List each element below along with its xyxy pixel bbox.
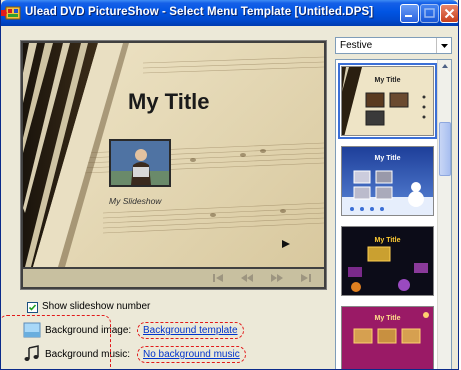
maximize-button[interactable] (420, 4, 439, 23)
background-image-link[interactable]: Background template (137, 322, 244, 339)
close-button[interactable] (440, 4, 458, 23)
background-music-link[interactable]: No background music (137, 346, 246, 363)
show-number-checkbox[interactable] (27, 302, 38, 313)
selected-category: Festive (340, 40, 373, 51)
scroll-thumb[interactable] (439, 122, 451, 176)
app-icon (5, 6, 21, 20)
menu-preview: My Title My Slideshow (20, 40, 327, 290)
rewind-icon[interactable] (239, 272, 255, 284)
window-title: Ulead DVD PictureShow - Select Menu Temp… (25, 6, 374, 18)
playback-controls (23, 269, 324, 287)
minimize-icon (405, 15, 412, 17)
minimize-button[interactable] (400, 4, 419, 23)
template-item[interactable]: My Title (341, 226, 434, 296)
maximize-icon (424, 8, 435, 18)
piano-background (23, 43, 324, 267)
template-title: My Title (374, 77, 401, 84)
person-photo (111, 141, 169, 185)
template-title: My Title (374, 237, 401, 244)
first-page-icon[interactable] (211, 272, 225, 284)
dialog-body: My Title My Slideshow Festive My Title M… (1, 26, 458, 369)
checkmark-icon (28, 304, 37, 311)
template-title: My Title (374, 315, 401, 322)
title-bar[interactable]: Ulead DVD PictureShow - Select Menu Temp… (1, 0, 458, 26)
template-list[interactable]: My Title My Title My Title My Title (335, 59, 452, 369)
chevron-down-icon (441, 44, 448, 48)
thumbnail-caption: My Slideshow (109, 196, 162, 206)
show-number-label: Show slideshow number (42, 301, 151, 312)
template-item[interactable]: My Title (341, 306, 434, 369)
preview-canvas: My Title My Slideshow (23, 43, 324, 267)
fast-forward-icon[interactable] (269, 272, 285, 284)
template-title: My Title (374, 155, 401, 162)
preview-title: My Title (128, 89, 210, 114)
close-icon (444, 8, 455, 19)
annotation-highlight (1, 315, 111, 369)
template-item[interactable]: My Title (338, 63, 437, 139)
template-list-scrollbar[interactable] (437, 60, 451, 369)
template-category-select[interactable]: Festive (335, 37, 452, 54)
pointer-arrow-icon (1, 8, 7, 18)
dropdown-button[interactable] (436, 38, 451, 53)
template-item[interactable]: My Title (341, 146, 434, 216)
app-window: Ulead DVD PictureShow - Select Menu Temp… (0, 0, 459, 370)
last-page-icon[interactable] (299, 272, 313, 284)
scroll-up-icon[interactable] (438, 60, 452, 72)
next-page-arrow-icon[interactable] (281, 239, 291, 249)
slideshow-thumbnail[interactable] (109, 139, 171, 187)
